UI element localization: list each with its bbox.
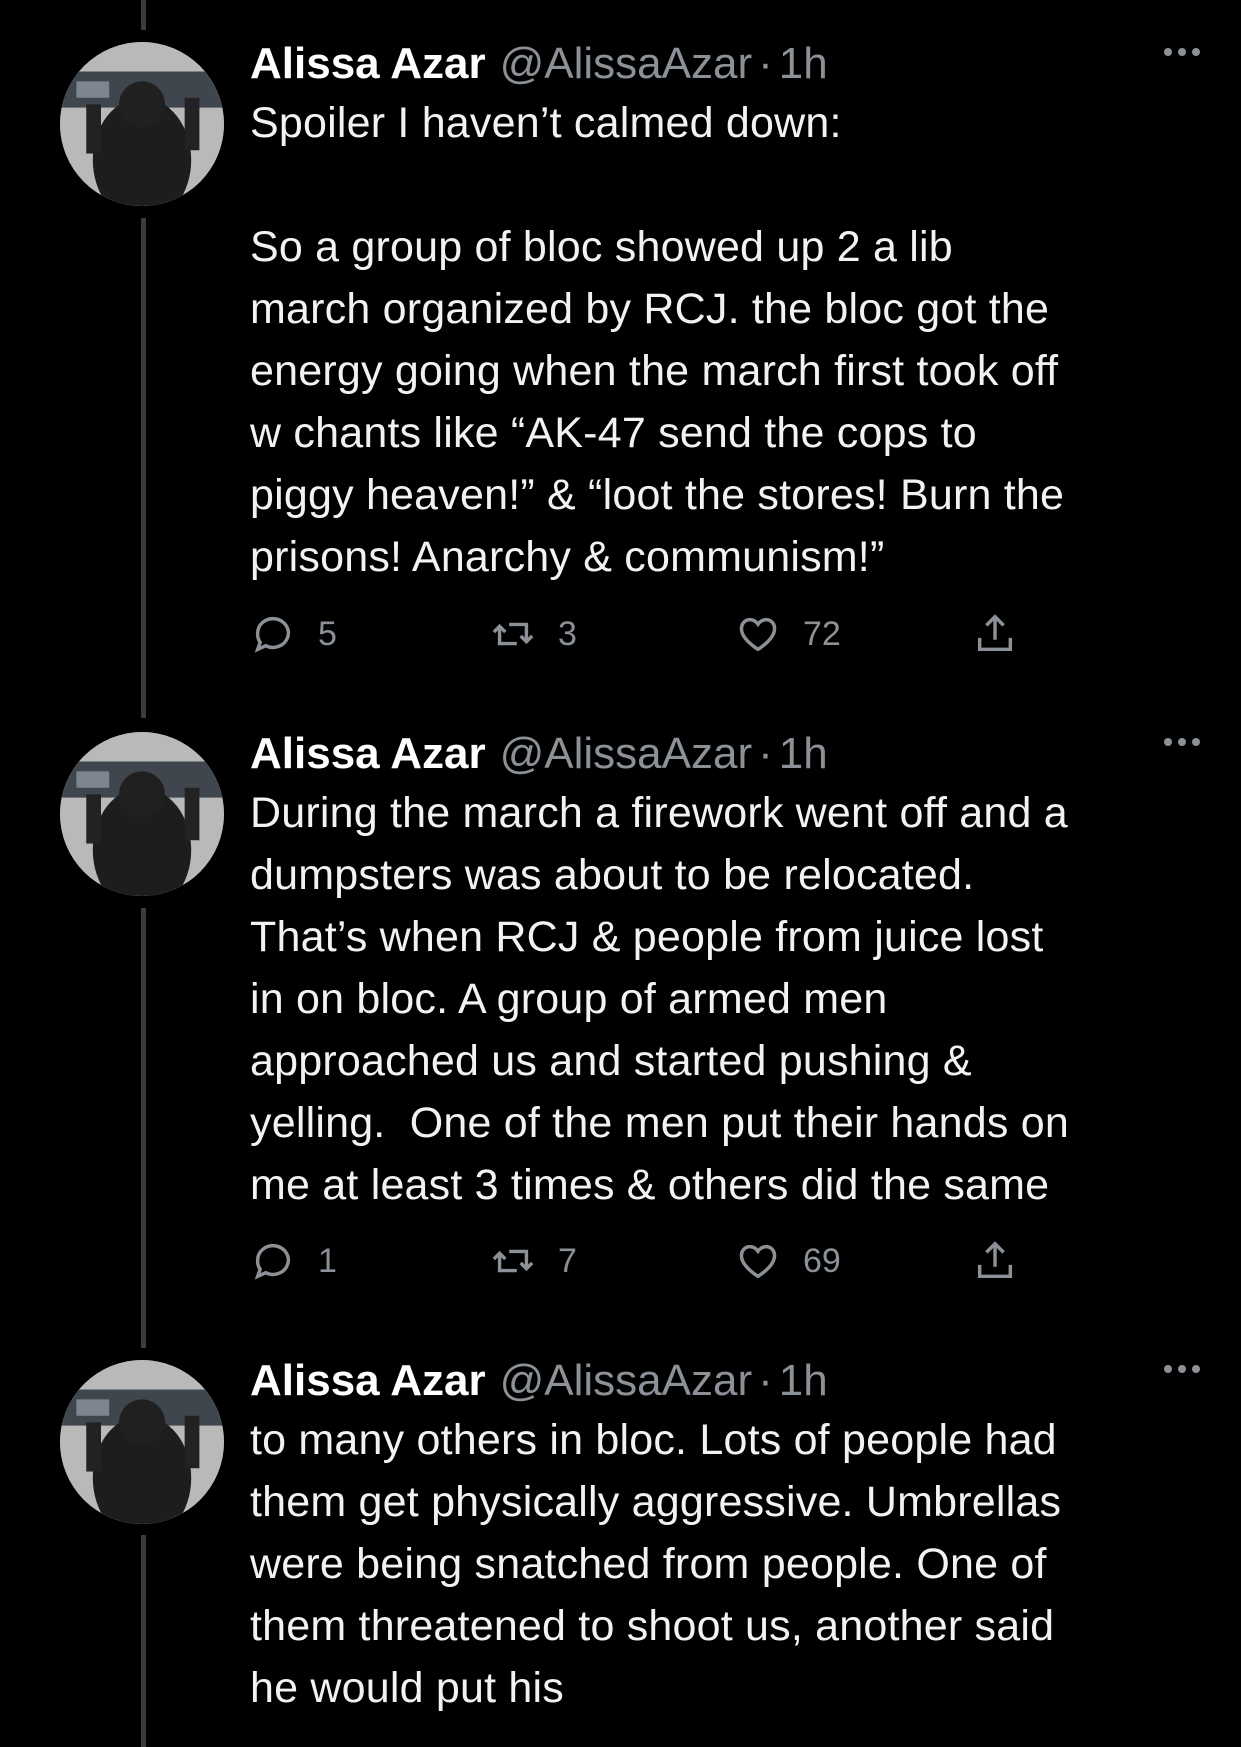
author-handle[interactable]: @AlissaAzar	[500, 1353, 753, 1409]
thread-line	[141, 1535, 146, 1747]
like-button[interactable]: 72	[735, 611, 841, 657]
tweet-header: Alissa Azar @AlissaAzar · 1h	[250, 726, 1200, 782]
retweet-count: 3	[558, 614, 577, 653]
timestamp[interactable]: 1h	[779, 726, 828, 782]
heart-icon	[739, 617, 777, 652]
author-name[interactable]: Alissa Azar	[250, 726, 486, 782]
tweet-header: Alissa Azar @AlissaAzar · 1h	[250, 36, 1200, 92]
share-button[interactable]	[972, 1238, 1018, 1284]
tweet-text: to many others in bloc. Lots of people h…	[250, 1416, 1062, 1712]
tweet-actions: 1 7 69	[250, 1238, 1050, 1298]
like-count: 72	[803, 614, 841, 653]
reply-icon	[254, 1244, 291, 1280]
reply-button[interactable]: 1	[250, 1238, 337, 1284]
thread-line	[141, 218, 146, 718]
like-button[interactable]: 69	[735, 1238, 841, 1284]
author-name[interactable]: Alissa Azar	[250, 1353, 486, 1409]
reply-icon	[254, 617, 291, 653]
tweet-actions: 5 3 72	[250, 611, 1050, 671]
separator-dot: ·	[758, 729, 773, 778]
tweet-text: Spoiler I haven’t calmed down: So a grou…	[250, 99, 1065, 581]
retweet-icon	[492, 1249, 534, 1273]
like-count: 69	[803, 1241, 841, 1280]
more-icon[interactable]	[1164, 48, 1200, 56]
tweet-thread: Alissa Azar @AlissaAzar · 1h Spoiler I h…	[0, 0, 1241, 1747]
retweet-icon	[492, 622, 534, 646]
retweet-button[interactable]: 3	[490, 611, 577, 657]
separator-dot: ·	[758, 1356, 773, 1405]
thread-line	[141, 0, 146, 30]
avatar[interactable]	[60, 42, 224, 206]
timestamp[interactable]: 1h	[779, 1353, 828, 1409]
reply-count: 1	[318, 1241, 337, 1280]
more-icon[interactable]	[1164, 1365, 1200, 1373]
author-name[interactable]: Alissa Azar	[250, 36, 486, 92]
retweet-button[interactable]: 7	[490, 1238, 577, 1284]
tweet-header: Alissa Azar @AlissaAzar · 1h	[250, 1353, 1200, 1409]
reply-button[interactable]: 5	[250, 611, 337, 657]
share-icon	[977, 614, 1013, 652]
reply-count: 5	[318, 614, 337, 653]
thread-line	[141, 908, 146, 1348]
more-icon[interactable]	[1164, 738, 1200, 746]
separator-dot: ·	[758, 39, 773, 88]
share-icon	[977, 1241, 1013, 1279]
author-handle[interactable]: @AlissaAzar	[500, 726, 753, 782]
timestamp[interactable]: 1h	[779, 36, 828, 92]
retweet-count: 7	[558, 1241, 577, 1280]
tweet-text: During the march a firework went off and…	[250, 789, 1069, 1209]
share-button[interactable]	[972, 611, 1018, 657]
avatar[interactable]	[60, 732, 224, 896]
heart-icon	[739, 1244, 777, 1279]
avatar[interactable]	[60, 1360, 224, 1524]
author-handle[interactable]: @AlissaAzar	[500, 36, 753, 92]
